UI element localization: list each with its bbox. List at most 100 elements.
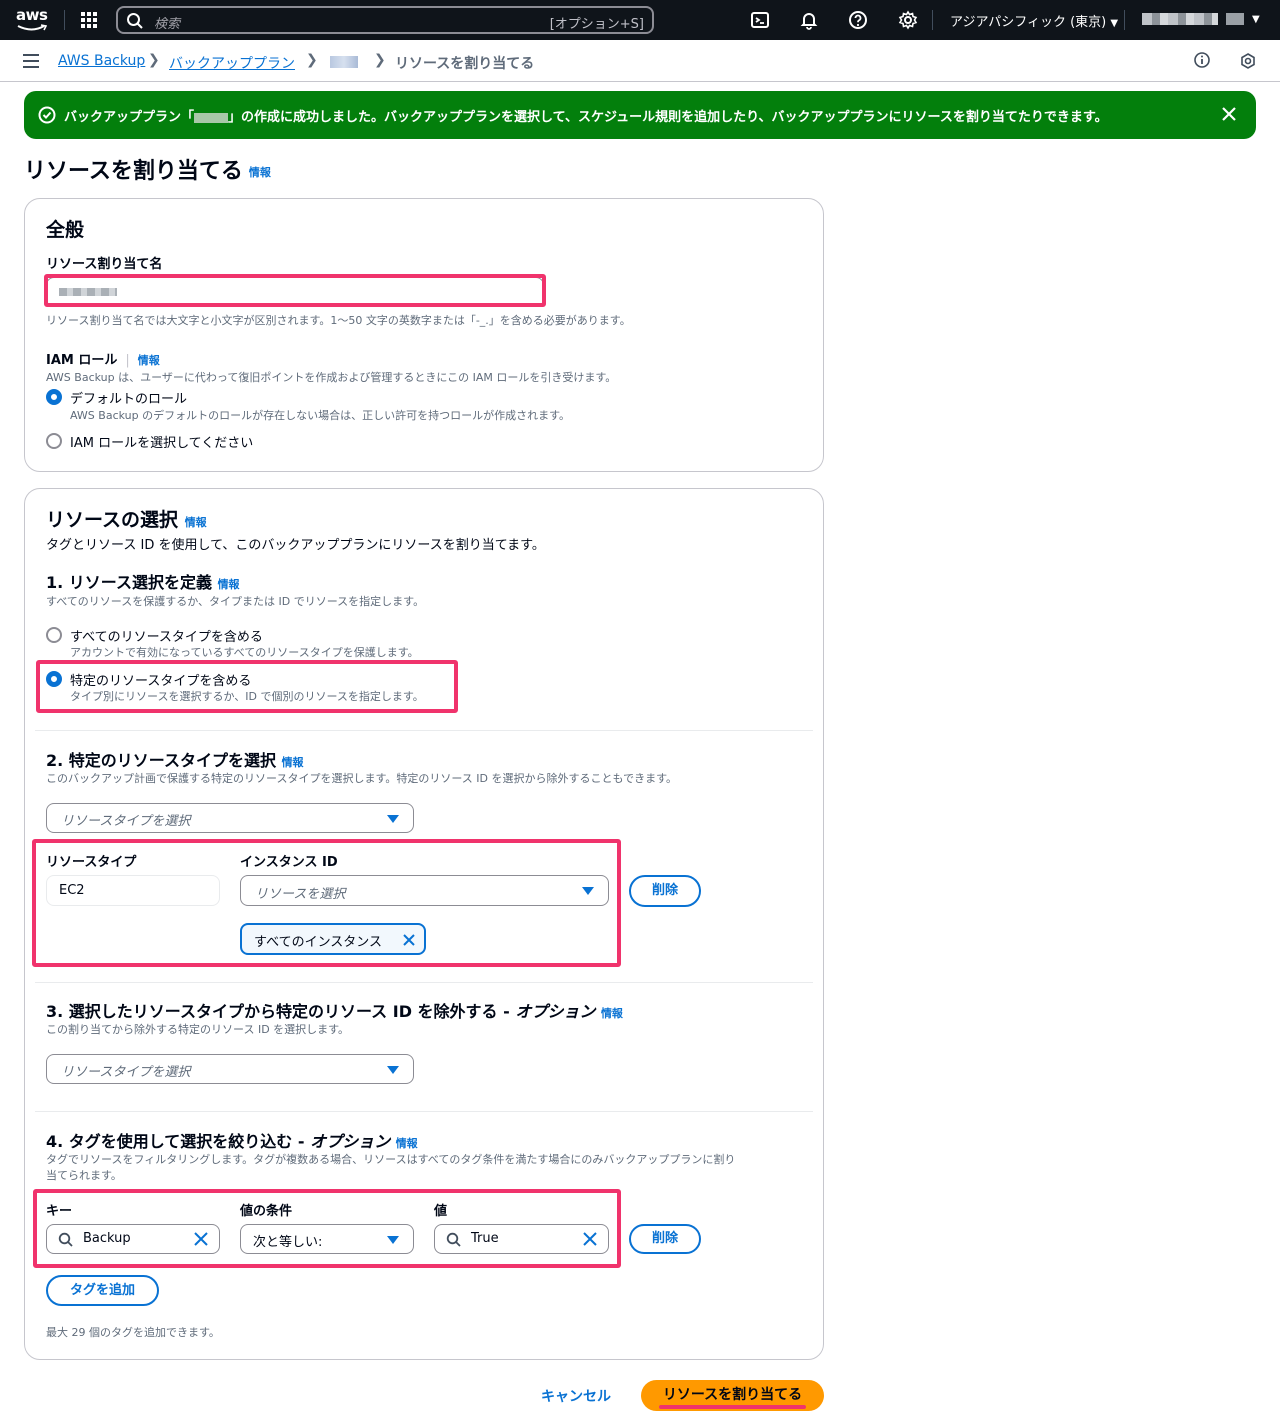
resource-type-select[interactable]: リソースタイプを選択 xyxy=(46,803,414,833)
chevron-right-icon: ❯ xyxy=(374,52,386,68)
search-icon xyxy=(58,1232,73,1247)
bell-icon[interactable] xyxy=(799,10,819,30)
tag-value-value: True xyxy=(471,1231,499,1246)
settings-gear-icon[interactable] xyxy=(898,10,918,30)
remove-resource-type-button[interactable]: 削除 xyxy=(629,875,701,907)
include-all-label[interactable]: すべてのリソースタイプを含める xyxy=(70,626,263,645)
breadcrumb-backup-plans[interactable]: バックアッププラン xyxy=(169,53,295,73)
info-link[interactable]: 情報 xyxy=(396,1137,418,1150)
default-role-desc: AWS Backup のデフォルトのロールが存在しない場合は、正しい許可を持つロ… xyxy=(70,409,570,422)
search-icon xyxy=(446,1232,461,1247)
default-role-radio[interactable] xyxy=(46,389,62,405)
aws-logo-text: aws xyxy=(16,6,48,24)
choose-role-radio[interactable] xyxy=(46,433,62,449)
step1-desc: すべてのリソースを保護するか、タイプまたは ID でリソースを指定します。 xyxy=(46,595,425,608)
breadcrumb-aws-backup[interactable]: AWS Backup xyxy=(58,53,145,69)
include-all-radio[interactable] xyxy=(46,627,62,643)
label-divider: | xyxy=(125,353,130,368)
region-label: アジアパシフィック (東京) xyxy=(950,15,1107,30)
step1-title: 1. リソース選択を定義 情報 xyxy=(46,569,240,593)
default-role-label[interactable]: デフォルトのロール xyxy=(70,388,187,407)
cancel-button[interactable]: キャンセル xyxy=(541,1386,611,1406)
search-shortcut: [オプション+S] xyxy=(549,17,644,32)
step2-title-text: 2. 特定のリソースタイプを選択 xyxy=(46,751,276,770)
breadcrumb-current: リソースを割り当てる xyxy=(395,56,535,72)
step3-desc: この割り当てから除外する特定のリソース ID を選択します。 xyxy=(46,1023,350,1036)
tag-key-input[interactable]: Backup xyxy=(46,1224,220,1254)
general-panel: 全般 リソース割り当て名 リソース割り当て名では大文字と小文字が区別されます。1… xyxy=(24,198,824,472)
general-title: 全般 xyxy=(46,219,85,241)
breadcrumb-plan-name-redacted[interactable] xyxy=(330,56,358,68)
resource-type-value: EC2 xyxy=(59,883,85,898)
resource-type-readonly: EC2 xyxy=(46,875,220,906)
instance-id-select[interactable]: リソースを選択 xyxy=(240,875,609,906)
token-label: すべてのインスタンス xyxy=(254,935,383,950)
info-link[interactable]: 情報 xyxy=(138,354,160,367)
services-grid-icon[interactable] xyxy=(80,11,98,29)
all-instances-token: すべてのインスタンス xyxy=(240,923,426,955)
tag-condition-select[interactable]: 次と等しい: xyxy=(240,1224,414,1254)
highlight-underline xyxy=(659,1405,806,1409)
search-input[interactable]: 検索 [オプション+S] xyxy=(116,6,654,34)
exclude-resource-type-select[interactable]: リソースタイプを選択 xyxy=(46,1054,414,1084)
resource-selection-title-text: リソースの選択 xyxy=(46,509,179,531)
clear-input-icon[interactable] xyxy=(194,1232,208,1246)
info-circle-icon[interactable] xyxy=(1194,52,1210,68)
search-icon xyxy=(127,13,143,29)
assignment-name-input[interactable] xyxy=(46,277,544,307)
tag-key-label: キー xyxy=(46,1204,73,1219)
include-specific-radio[interactable] xyxy=(46,671,62,687)
resource-type-col-label: リソースタイプ xyxy=(46,855,137,870)
help-icon[interactable] xyxy=(848,10,868,30)
tag-value-label: 値 xyxy=(434,1204,448,1219)
cloudshell-icon[interactable] xyxy=(750,10,770,30)
info-link[interactable]: 情報 xyxy=(249,166,271,179)
assignment-name-label: リソース割り当て名 xyxy=(46,257,163,272)
info-link[interactable]: 情報 xyxy=(601,1007,623,1020)
resource-selection-title: リソースの選択 情報 xyxy=(46,505,207,532)
flash-message: バックアッププラン「 」の作成に成功しました。バックアッププランを選択して、スケジ… xyxy=(64,106,1108,125)
menu-hamburger-icon[interactable] xyxy=(23,54,39,68)
iam-role-desc: AWS Backup は、ユーザーに代わって復旧ポイントを作成および管理するとき… xyxy=(46,371,617,384)
assistant-hexagon-icon[interactable] xyxy=(1240,53,1256,69)
clear-input-icon[interactable] xyxy=(583,1232,597,1246)
dismiss-token-icon[interactable] xyxy=(402,933,416,947)
search-placeholder: 検索 xyxy=(154,17,181,32)
check-circle-icon xyxy=(38,106,56,124)
step4-title-text: 4. タグを使用して選択を絞り込む - xyxy=(46,1132,311,1151)
page-title-text: リソースを割り当てる xyxy=(24,159,243,184)
optional-label: オプション xyxy=(515,1002,596,1021)
include-all-desc: アカウントで有効になっているすべてのリソースタイプを保護します。 xyxy=(70,646,419,659)
add-tag-button[interactable]: タグを追加 xyxy=(46,1275,159,1306)
section-divider xyxy=(35,982,813,983)
plan-name-redacted xyxy=(194,112,229,123)
aws-logo[interactable]: aws xyxy=(16,6,50,34)
select-placeholder: リソースタイプを選択 xyxy=(61,1065,191,1080)
remove-tag-button[interactable]: 削除 xyxy=(629,1224,701,1254)
step3-title: 3. 選択したリソースタイプから特定のリソース ID を除外する - オプション… xyxy=(46,998,623,1022)
tag-value-input[interactable]: True xyxy=(434,1224,609,1254)
account-name-redacted[interactable] xyxy=(1142,13,1218,25)
info-link[interactable]: 情報 xyxy=(282,756,304,769)
flash-message-end: 」の作成に成功しました。バックアッププランを選択して、スケジュール規則を追加した… xyxy=(228,110,1108,125)
nav-divider xyxy=(64,10,65,30)
tag-condition-label: 値の条件 xyxy=(240,1204,293,1219)
caret-down-icon xyxy=(387,1236,399,1244)
include-specific-label[interactable]: 特定のリソースタイプを含める xyxy=(70,670,251,689)
breadcrumb-bar: AWS Backup ❯ バックアッププラン ❯ ❯ リソースを割り当てる xyxy=(0,40,1280,82)
close-icon[interactable] xyxy=(1220,105,1238,123)
caret-down-icon[interactable]: ▼ xyxy=(1252,14,1260,25)
choose-role-label[interactable]: IAM ロールを選択してください xyxy=(70,432,253,451)
instance-id-col-label: インスタンス ID xyxy=(240,855,338,870)
step4-desc-line2: 当てられます。 xyxy=(46,1169,122,1182)
region-selector[interactable]: アジアパシフィック (東京) ▼ xyxy=(950,11,1118,30)
info-link[interactable]: 情報 xyxy=(185,516,207,529)
page-title: リソースを割り当てる 情報 xyxy=(24,153,271,185)
assignment-name-redacted xyxy=(59,288,117,296)
iam-role-label-row: IAM ロール | 情報 xyxy=(46,349,160,368)
info-link[interactable]: 情報 xyxy=(218,578,240,591)
tag-limit-hint: 最大 29 個のタグを追加できます。 xyxy=(46,1326,220,1339)
nav-divider xyxy=(932,10,933,30)
step4-desc-line1: タグでリソースをフィルタリングします。タグが複数ある場合、リソースはすべてのタグ… xyxy=(46,1153,736,1166)
section-divider xyxy=(35,730,813,731)
